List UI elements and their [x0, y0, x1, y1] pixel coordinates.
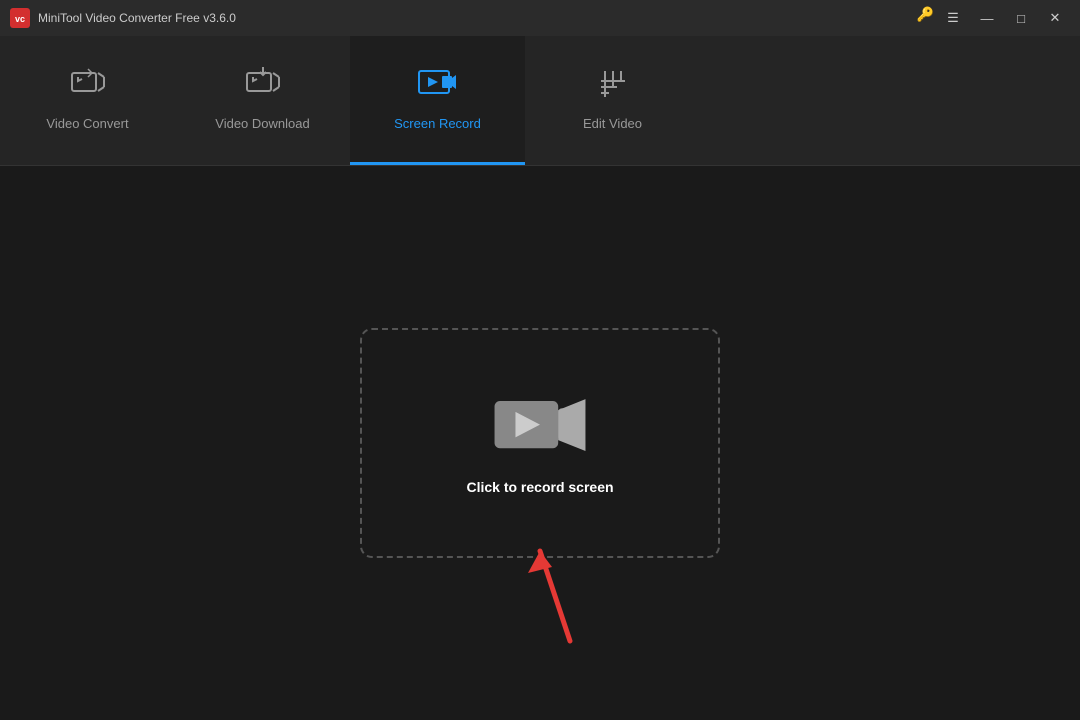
tab-video-convert[interactable]: Video Convert — [0, 36, 175, 165]
tab-label-video-download: Video Download — [215, 116, 309, 131]
camera-record-icon — [490, 391, 590, 461]
arrow-icon — [520, 531, 600, 651]
tab-label-screen-record: Screen Record — [394, 116, 481, 131]
tab-video-download[interactable]: Video Download — [175, 36, 350, 165]
record-box[interactable]: Click to record screen — [360, 328, 720, 558]
hamburger-button[interactable]: ☰ — [938, 6, 968, 30]
tab-screen-record[interactable]: Screen Record — [350, 36, 525, 165]
app-logo: vc — [10, 8, 30, 28]
tab-label-edit-video: Edit Video — [583, 116, 642, 131]
title-bar: vc MiniTool Video Converter Free v3.6.0 … — [0, 0, 1080, 36]
video-download-icon — [245, 67, 281, 106]
title-bar-left: vc MiniTool Video Converter Free v3.6.0 — [10, 8, 236, 28]
edit-video-icon — [595, 67, 631, 106]
tab-edit-video[interactable]: Edit Video — [525, 36, 700, 165]
app-title: MiniTool Video Converter Free v3.6.0 — [38, 11, 236, 25]
screen-record-icon — [418, 67, 458, 106]
arrow-wrapper — [520, 531, 600, 656]
main-content: Click to record screen — [0, 166, 1080, 720]
video-convert-icon — [70, 67, 106, 106]
minimize-button[interactable]: — — [972, 6, 1002, 30]
record-label: Click to record screen — [466, 479, 613, 495]
title-bar-controls: 🔑 ☰ — □ ✕ — [917, 6, 1070, 30]
close-button[interactable]: ✕ — [1040, 6, 1070, 30]
maximize-button[interactable]: □ — [1006, 6, 1036, 30]
key-icon: 🔑 — [917, 6, 934, 30]
camera-icon-wrapper — [490, 391, 590, 461]
svg-text:vc: vc — [15, 14, 25, 24]
nav-bar: Video Convert Video Download — [0, 36, 1080, 166]
tab-label-video-convert: Video Convert — [46, 116, 128, 131]
